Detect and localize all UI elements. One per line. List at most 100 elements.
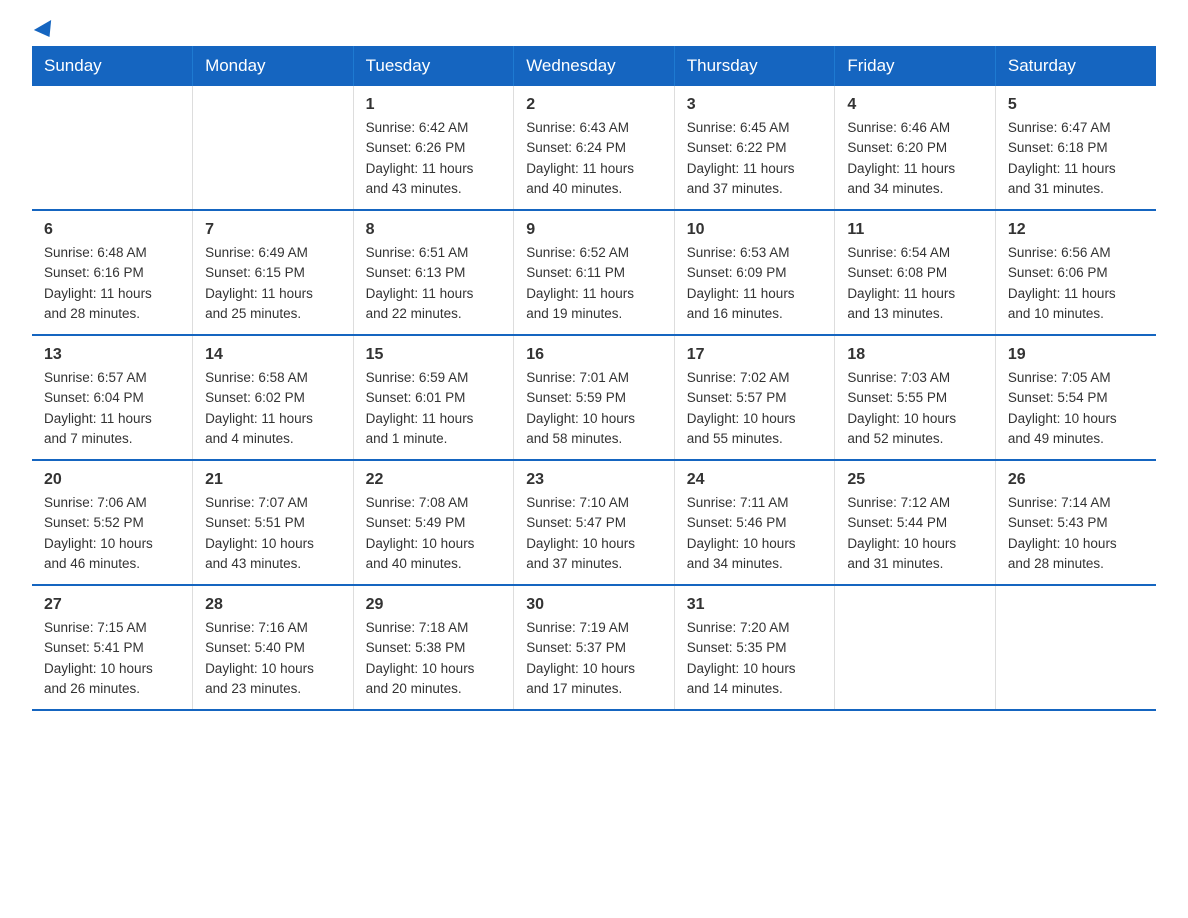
weekday-header-saturday: Saturday xyxy=(995,46,1156,86)
weekday-header-sunday: Sunday xyxy=(32,46,193,86)
day-number: 31 xyxy=(687,596,823,614)
day-info: Sunrise: 6:58 AMSunset: 6:02 PMDaylight:… xyxy=(205,368,341,449)
day-info: Sunrise: 6:43 AMSunset: 6:24 PMDaylight:… xyxy=(526,118,662,199)
day-number: 17 xyxy=(687,346,823,364)
day-number: 11 xyxy=(847,221,983,239)
calendar-cell: 8 Sunrise: 6:51 AMSunset: 6:13 PMDaylight… xyxy=(353,210,514,335)
day-number: 4 xyxy=(847,96,983,114)
calendar-cell: 9 Sunrise: 6:52 AMSunset: 6:11 PMDaylight… xyxy=(514,210,675,335)
day-info: Sunrise: 7:08 AMSunset: 5:49 PMDaylight:… xyxy=(366,493,502,574)
day-number: 16 xyxy=(526,346,662,364)
calendar-cell xyxy=(32,86,193,210)
calendar-cell xyxy=(995,585,1156,710)
calendar-cell: 4 Sunrise: 6:46 AMSunset: 6:20 PMDaylight… xyxy=(835,86,996,210)
calendar-cell: 27 Sunrise: 7:15 AMSunset: 5:41 PMDayligh… xyxy=(32,585,193,710)
calendar-header: SundayMondayTuesdayWednesdayThursdayFrid… xyxy=(32,46,1156,86)
day-info: Sunrise: 7:07 AMSunset: 5:51 PMDaylight:… xyxy=(205,493,341,574)
calendar-cell: 28 Sunrise: 7:16 AMSunset: 5:40 PMDayligh… xyxy=(193,585,354,710)
day-number: 22 xyxy=(366,471,502,489)
day-number: 7 xyxy=(205,221,341,239)
calendar-cell: 14 Sunrise: 6:58 AMSunset: 6:02 PMDayligh… xyxy=(193,335,354,460)
calendar-cell xyxy=(193,86,354,210)
weekday-header-thursday: Thursday xyxy=(674,46,835,86)
calendar-cell: 20 Sunrise: 7:06 AMSunset: 5:52 PMDayligh… xyxy=(32,460,193,585)
day-number: 26 xyxy=(1008,471,1144,489)
calendar-cell: 11 Sunrise: 6:54 AMSunset: 6:08 PMDayligh… xyxy=(835,210,996,335)
calendar-cell: 26 Sunrise: 7:14 AMSunset: 5:43 PMDayligh… xyxy=(995,460,1156,585)
day-number: 1 xyxy=(366,96,502,114)
day-info: Sunrise: 7:16 AMSunset: 5:40 PMDaylight:… xyxy=(205,618,341,699)
day-number: 25 xyxy=(847,471,983,489)
day-number: 2 xyxy=(526,96,662,114)
calendar-week-2: 6Sunrise: 6:48 AMSunset: 6:16 PMDaylight… xyxy=(32,210,1156,335)
day-number: 10 xyxy=(687,221,823,239)
day-number: 28 xyxy=(205,596,341,614)
day-number: 13 xyxy=(44,346,180,364)
day-info: Sunrise: 6:57 AMSunset: 6:04 PMDaylight:… xyxy=(44,368,180,449)
day-number: 18 xyxy=(847,346,983,364)
day-number: 9 xyxy=(526,221,662,239)
day-info: Sunrise: 7:01 AMSunset: 5:59 PMDaylight:… xyxy=(526,368,662,449)
calendar-cell: 17 Sunrise: 7:02 AMSunset: 5:57 PMDayligh… xyxy=(674,335,835,460)
calendar-cell: 18 Sunrise: 7:03 AMSunset: 5:55 PMDayligh… xyxy=(835,335,996,460)
calendar-cell: 29 Sunrise: 7:18 AMSunset: 5:38 PMDayligh… xyxy=(353,585,514,710)
calendar-cell: 23 Sunrise: 7:10 AMSunset: 5:47 PMDayligh… xyxy=(514,460,675,585)
day-info: Sunrise: 7:14 AMSunset: 5:43 PMDaylight:… xyxy=(1008,493,1144,574)
calendar-cell: 7 Sunrise: 6:49 AMSunset: 6:15 PMDaylight… xyxy=(193,210,354,335)
calendar-cell: 24 Sunrise: 7:11 AMSunset: 5:46 PMDayligh… xyxy=(674,460,835,585)
day-info: Sunrise: 6:42 AMSunset: 6:26 PMDaylight:… xyxy=(366,118,502,199)
day-number: 15 xyxy=(366,346,502,364)
day-info: Sunrise: 6:54 AMSunset: 6:08 PMDaylight:… xyxy=(847,243,983,324)
calendar-cell: 3 Sunrise: 6:45 AMSunset: 6:22 PMDaylight… xyxy=(674,86,835,210)
calendar-body: 1 Sunrise: 6:42 AMSunset: 6:26 PMDaylight… xyxy=(32,86,1156,710)
calendar-cell: 21 Sunrise: 7:07 AMSunset: 5:51 PMDayligh… xyxy=(193,460,354,585)
day-number: 23 xyxy=(526,471,662,489)
day-number: 30 xyxy=(526,596,662,614)
day-info: Sunrise: 7:20 AMSunset: 5:35 PMDaylight:… xyxy=(687,618,823,699)
weekday-header-monday: Monday xyxy=(193,46,354,86)
day-number: 19 xyxy=(1008,346,1144,364)
day-info: Sunrise: 6:53 AMSunset: 6:09 PMDaylight:… xyxy=(687,243,823,324)
calendar-cell: 12Sunrise: 6:56 AMSunset: 6:06 PMDayligh… xyxy=(995,210,1156,335)
day-number: 8 xyxy=(366,221,502,239)
calendar-cell: 2 Sunrise: 6:43 AMSunset: 6:24 PMDaylight… xyxy=(514,86,675,210)
day-number: 27 xyxy=(44,596,180,614)
calendar-cell: 6Sunrise: 6:48 AMSunset: 6:16 PMDaylight… xyxy=(32,210,193,335)
day-info: Sunrise: 6:48 AMSunset: 6:16 PMDaylight:… xyxy=(44,243,180,324)
day-info: Sunrise: 7:15 AMSunset: 5:41 PMDaylight:… xyxy=(44,618,180,699)
day-number: 5 xyxy=(1008,96,1144,114)
calendar-cell: 30 Sunrise: 7:19 AMSunset: 5:37 PMDayligh… xyxy=(514,585,675,710)
day-info: Sunrise: 7:11 AMSunset: 5:46 PMDaylight:… xyxy=(687,493,823,574)
calendar-cell: 22 Sunrise: 7:08 AMSunset: 5:49 PMDayligh… xyxy=(353,460,514,585)
calendar-cell: 16 Sunrise: 7:01 AMSunset: 5:59 PMDayligh… xyxy=(514,335,675,460)
page-header xyxy=(32,24,1156,34)
day-number: 24 xyxy=(687,471,823,489)
calendar-cell: 25Sunrise: 7:12 AMSunset: 5:44 PMDayligh… xyxy=(835,460,996,585)
day-info: Sunrise: 6:51 AMSunset: 6:13 PMDaylight:… xyxy=(366,243,502,324)
weekday-header-wednesday: Wednesday xyxy=(514,46,675,86)
day-info: Sunrise: 6:59 AMSunset: 6:01 PMDaylight:… xyxy=(366,368,502,449)
day-info: Sunrise: 7:03 AMSunset: 5:55 PMDaylight:… xyxy=(847,368,983,449)
calendar-table: SundayMondayTuesdayWednesdayThursdayFrid… xyxy=(32,46,1156,711)
day-info: Sunrise: 7:18 AMSunset: 5:38 PMDaylight:… xyxy=(366,618,502,699)
day-info: Sunrise: 6:56 AMSunset: 6:06 PMDaylight:… xyxy=(1008,243,1144,324)
calendar-cell: 1 Sunrise: 6:42 AMSunset: 6:26 PMDaylight… xyxy=(353,86,514,210)
calendar-cell: 19Sunrise: 7:05 AMSunset: 5:54 PMDayligh… xyxy=(995,335,1156,460)
day-info: Sunrise: 7:19 AMSunset: 5:37 PMDaylight:… xyxy=(526,618,662,699)
day-number: 21 xyxy=(205,471,341,489)
weekday-header-tuesday: Tuesday xyxy=(353,46,514,86)
day-info: Sunrise: 6:52 AMSunset: 6:11 PMDaylight:… xyxy=(526,243,662,324)
day-number: 3 xyxy=(687,96,823,114)
day-info: Sunrise: 6:49 AMSunset: 6:15 PMDaylight:… xyxy=(205,243,341,324)
day-number: 20 xyxy=(44,471,180,489)
day-info: Sunrise: 6:46 AMSunset: 6:20 PMDaylight:… xyxy=(847,118,983,199)
calendar-cell: 10 Sunrise: 6:53 AMSunset: 6:09 PMDayligh… xyxy=(674,210,835,335)
day-number: 29 xyxy=(366,596,502,614)
day-info: Sunrise: 7:10 AMSunset: 5:47 PMDaylight:… xyxy=(526,493,662,574)
day-info: Sunrise: 6:45 AMSunset: 6:22 PMDaylight:… xyxy=(687,118,823,199)
day-info: Sunrise: 7:06 AMSunset: 5:52 PMDaylight:… xyxy=(44,493,180,574)
day-info: Sunrise: 7:02 AMSunset: 5:57 PMDaylight:… xyxy=(687,368,823,449)
calendar-week-5: 27 Sunrise: 7:15 AMSunset: 5:41 PMDayligh… xyxy=(32,585,1156,710)
calendar-cell: 31 Sunrise: 7:20 AMSunset: 5:35 PMDayligh… xyxy=(674,585,835,710)
day-number: 14 xyxy=(205,346,341,364)
